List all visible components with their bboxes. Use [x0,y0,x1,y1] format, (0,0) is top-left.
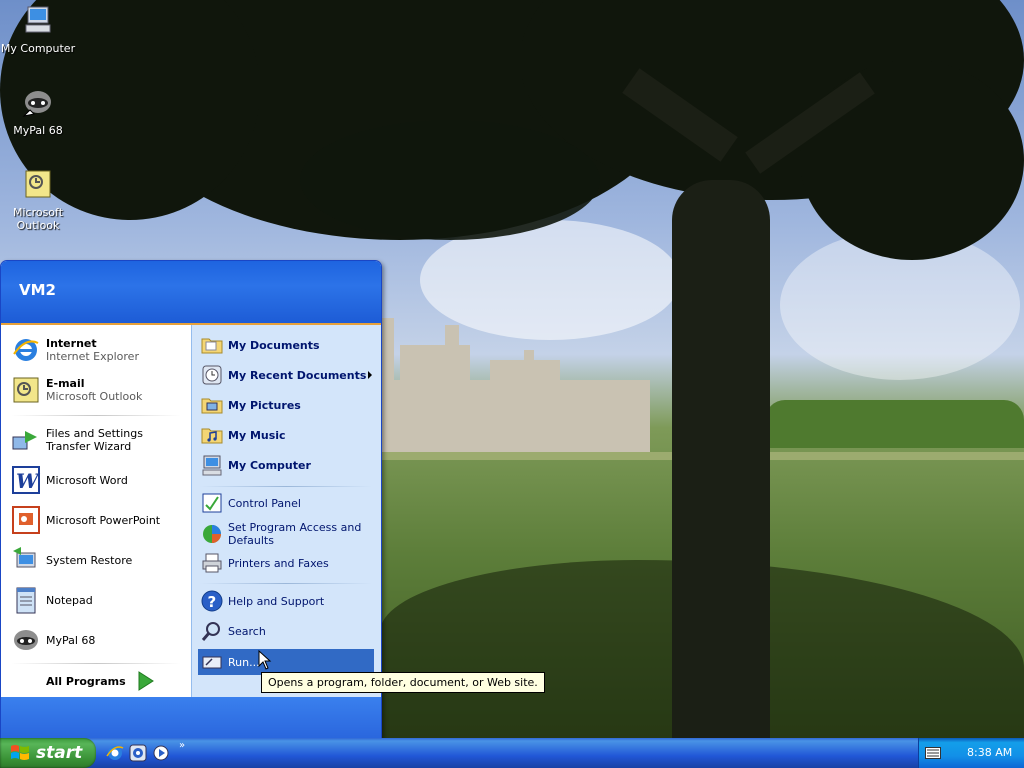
help-icon: ? [201,590,223,612]
green-arrow-icon [138,671,154,691]
place-my-documents[interactable]: My Documents [200,333,320,357]
outlook-icon [13,377,39,403]
tool-search[interactable]: Search [200,619,266,643]
place-my-recent-documents[interactable]: My Recent Documents [200,363,372,387]
place-label: My Documents [228,338,320,352]
system-restore-icon [13,547,36,568]
svg-text:W: W [16,469,41,493]
tool-label: Help and Support [228,594,325,608]
separator [11,663,181,664]
all-programs-label: All Programs [46,674,126,688]
start-menu: VM2 Internet Internet Explorer E-mail Mi… [0,260,382,740]
svg-text:?: ? [208,593,217,611]
recent-label: MyPal 68 [46,633,96,647]
desktop-icon-label: MyPal 68 [13,124,63,137]
recent-label: Microsoft PowerPoint [46,513,161,527]
start-label: start [36,743,83,763]
quick-launch-ie-icon[interactable] [106,744,124,762]
windows-logo-icon [11,745,29,760]
quick-launch-media-player-icon[interactable] [152,744,170,762]
system-tray: 8:38 AM [918,738,1024,768]
start-menu-programs-pane: Internet Internet Explorer E-mail Micros… [1,325,191,697]
pinned-email[interactable]: E-mail Microsoft Outlook [11,375,142,405]
recent-system-restore[interactable]: System Restore [11,545,132,575]
transfer-wizard-icon [12,431,37,450]
recent-microsoft-powerpoint[interactable]: Microsoft PowerPoint [11,505,160,535]
control-panel-icon [202,493,222,513]
start-button[interactable]: start [0,738,96,768]
tool-help-support[interactable]: ? Help and Support [200,589,324,613]
desktop-icon-mypal[interactable]: MyPal 68 [0,86,76,137]
setting-printers-faxes[interactable]: Printers and Faxes [200,551,329,575]
setting-label: Control Panel [228,496,301,510]
pinned-subtitle: Internet Explorer [46,350,139,363]
recent-label: Microsoft Word [46,473,128,487]
mouse-cursor-icon [258,650,272,670]
computer-icon [202,455,222,476]
setting-control-panel[interactable]: Control Panel [200,491,301,515]
place-label: My Recent Documents [228,368,367,382]
pinned-subtitle: Microsoft Outlook [46,390,143,403]
desktop-icon-label: My Computer [0,42,76,55]
pinned-title: E-mail [46,377,85,390]
recent-label: Files and Settings Transfer Wizard [46,427,143,453]
computer-icon [25,6,51,33]
taskbar: start » 8:38 AM [0,738,1024,768]
separator [200,486,372,487]
quick-launch-mypal-icon[interactable] [129,744,147,762]
setting-label: Set Program Access and Defaults [228,521,362,547]
tool-label: Run... [228,655,260,669]
place-label: My Music [228,428,286,442]
pinned-internet[interactable]: Internet Internet Explorer [11,335,139,365]
keyboard-icon[interactable] [925,747,941,759]
separator [200,583,372,584]
search-icon [201,622,220,641]
recent-files-settings-wizard[interactable]: Files and Settings Transfer Wizard [11,425,186,455]
recent-label: System Restore [46,553,133,567]
word-icon: W [12,466,41,494]
powerpoint-icon [12,506,40,534]
recent-mypal[interactable]: MyPal 68 [11,625,95,655]
recent-label: Notepad [46,593,93,607]
program-access-icon [203,525,221,543]
run-icon [202,656,222,669]
start-menu-footer [1,697,381,739]
folder-pictures-icon [201,398,223,414]
notepad-icon [16,587,36,614]
raccoon-icon [14,630,38,650]
setting-label: Printers and Faxes [228,556,329,570]
internet-explorer-icon [13,339,39,361]
place-label: My Pictures [228,398,301,412]
start-menu-places-pane: My Documents My Recent Documents My Pict… [191,325,381,697]
desktop-icon-outlook[interactable]: Microsoft Outlook [0,168,76,232]
all-programs-button[interactable]: All Programs [46,669,156,693]
raccoon-icon [22,91,51,117]
run-tooltip: Opens a program, folder, document, or We… [261,672,545,693]
place-my-music[interactable]: My Music [200,423,286,447]
recent-notepad[interactable]: Notepad [11,585,93,615]
place-my-computer[interactable]: My Computer [200,453,311,477]
submenu-arrow-icon [368,371,372,379]
pinned-title: Internet [46,337,97,350]
outlook-icon [25,170,51,198]
recent-microsoft-word[interactable]: W Microsoft Word [11,465,128,495]
recent-documents-icon [202,365,222,385]
quick-launch-chevron-icon[interactable]: » [179,740,185,751]
desktop-icon-label: Microsoft Outlook [12,206,64,232]
place-label: My Computer [228,458,311,472]
clock[interactable]: 8:38 AM [967,746,1012,759]
folder-documents-icon [201,338,223,354]
desktop-icon-my-computer[interactable]: My Computer [0,4,76,55]
separator [11,415,181,416]
printer-icon [202,553,222,573]
start-menu-user-name: VM2 [1,261,381,325]
setting-program-access[interactable]: Set Program Access and Defaults [200,521,372,547]
tool-label: Search [228,624,266,638]
place-my-pictures[interactable]: My Pictures [200,393,301,417]
folder-music-icon [201,428,223,444]
